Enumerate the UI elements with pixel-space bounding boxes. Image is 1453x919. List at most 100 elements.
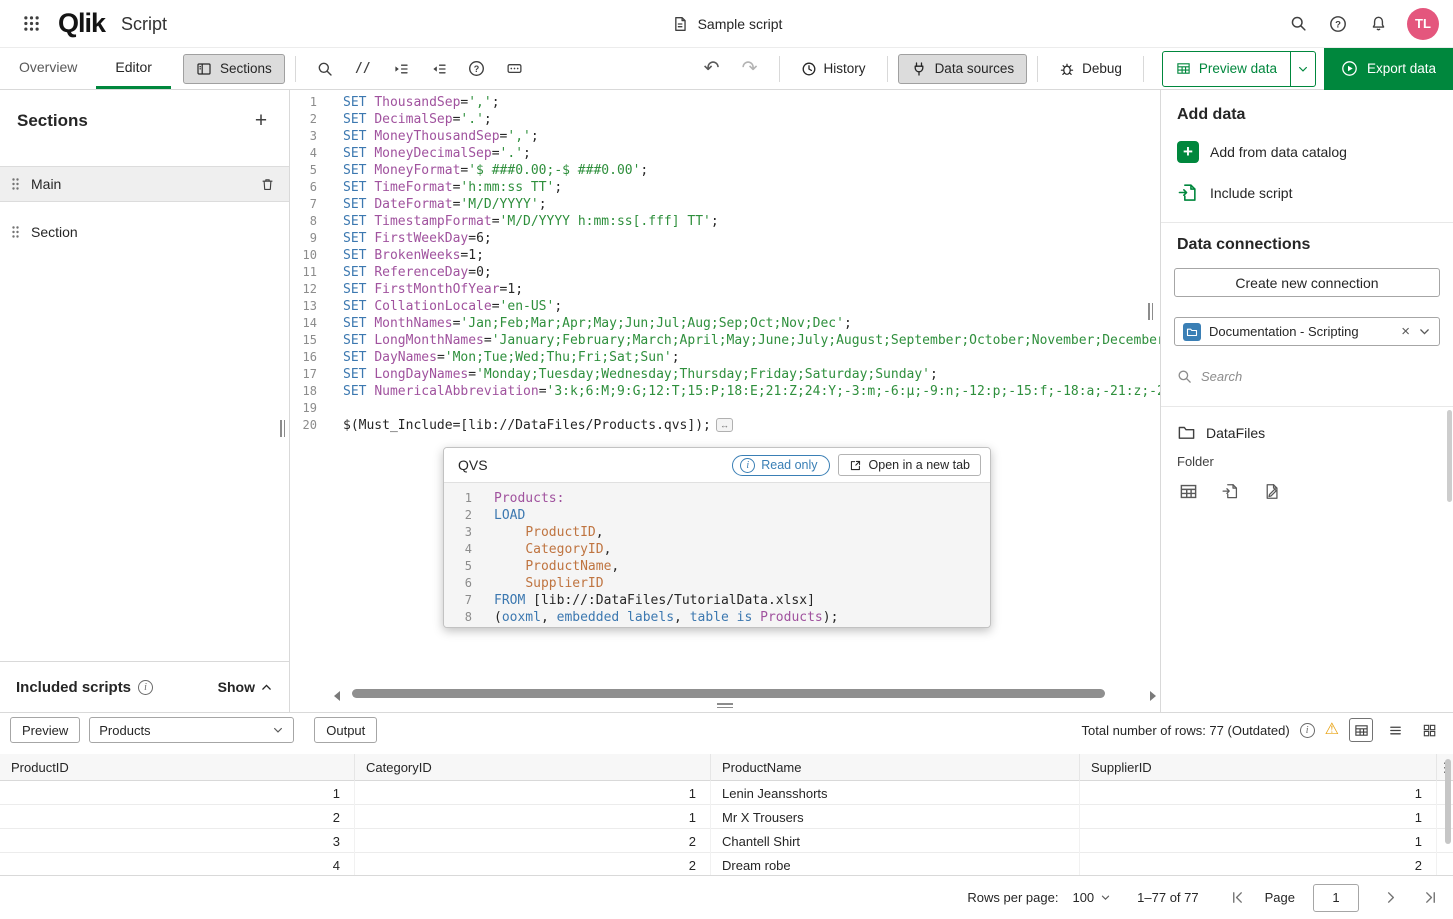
table-row[interactable]: 11Lenin Jeansshorts1 [0,781,1453,805]
code-line[interactable]: 13SET CollationLocale='en-US'; [290,298,1160,315]
edit-connection-button[interactable] [1263,482,1282,501]
connection-select[interactable]: Documentation - Scripting × [1174,317,1440,346]
rows-per-page-select[interactable]: 100 [1072,890,1111,905]
global-search-button[interactable] [1281,7,1315,41]
scrollbar-thumb[interactable] [1445,759,1451,844]
code-line[interactable]: 18SET NumericalAbbreviation='3:k;6:M;9:G… [290,383,1160,400]
last-page-button[interactable] [1417,885,1443,911]
code-line[interactable]: 11SET ReferenceDay=0; [290,264,1160,281]
code-line[interactable]: 15SET LongMonthNames='January;February;M… [290,332,1160,349]
sections-toggle-button[interactable]: Sections [183,54,285,84]
include-script-button[interactable]: Include script [1177,180,1437,206]
code-line[interactable]: 7SET DateFormat='M/D/YYYY'; [290,196,1160,213]
splitter-handle[interactable] [717,703,733,710]
hints-button[interactable] [498,52,532,86]
avatar[interactable]: TL [1407,8,1439,40]
include-script-button[interactable] [1221,482,1240,501]
info-icon[interactable]: i [1300,723,1315,738]
drag-handle-icon[interactable] [11,177,20,191]
code-line[interactable]: 10SET BrokenWeeks=1; [290,247,1160,264]
table-row[interactable]: 21Mr X Trousers1 [0,805,1453,829]
connection-item-datafiles[interactable]: DataFiles [1177,423,1437,442]
drag-handle-icon[interactable] [11,225,20,239]
script-editor[interactable]: 1SET ThousandSep=',';2SET DecimalSep='.'… [290,90,1160,712]
code-line[interactable]: 3SET MoneyThousandSep=','; [290,128,1160,145]
sidebar-item-section[interactable]: Section [0,214,289,250]
code-line[interactable]: 4 CategoryID, [454,541,990,558]
code-line[interactable]: 17SET LongDayNames='Monday;Tuesday;Wedne… [290,366,1160,383]
code-line[interactable]: 2LOAD [454,507,990,524]
show-included-scripts-button[interactable]: Show [218,679,273,695]
next-page-button[interactable] [1377,885,1403,911]
scrollbar-thumb[interactable] [352,689,1105,698]
code-line[interactable]: 12SET FirstMonthOfYear=1; [290,281,1160,298]
document-title-group[interactable]: Sample script [671,15,783,33]
code-line[interactable]: 8SET TimestampFormat='M/D/YYYY h:mm:ss[.… [290,213,1160,230]
chevron-down-icon[interactable] [1418,325,1431,338]
output-button[interactable]: Output [314,717,377,743]
code-line[interactable]: 1Products: [454,490,990,507]
search-input[interactable] [1201,369,1437,384]
code-line[interactable]: 7FROM [lib://:DataFiles/TutorialData.xls… [454,592,990,609]
find-replace-button[interactable] [308,52,342,86]
preview-data-caret-button[interactable] [1290,52,1315,86]
list-view-button[interactable] [1383,718,1407,742]
preview-button[interactable]: Preview [10,717,80,743]
scroll-left-arrow[interactable] [334,691,340,701]
sidebar-item-main[interactable]: Main [0,166,289,202]
open-in-new-tab-button[interactable]: Open in a new tab [838,454,981,476]
table-row[interactable]: 32Chantell Shirt1 [0,829,1453,853]
code-line[interactable]: 8(ooxml, embedded labels, table is Produ… [454,609,990,626]
panel-resize-handle[interactable] [280,420,288,437]
remove-connection-button[interactable]: × [1401,324,1410,339]
code-line[interactable]: 14SET MonthNames='Jan;Feb;Mar;Apr;May;Ju… [290,315,1160,332]
add-section-button[interactable]: + [247,107,275,135]
code-line[interactable]: 3 ProductID, [454,524,990,541]
redo-button[interactable]: ↷ [733,52,767,86]
table-view-button[interactable] [1349,718,1373,742]
panel-resize-handle[interactable] [1148,303,1156,320]
add-from-catalog-button[interactable]: + Add from data catalog [1177,139,1437,165]
column-header[interactable]: SupplierID [1080,754,1437,781]
help-button[interactable]: ? [1321,7,1355,41]
column-header[interactable]: ProductID [0,754,355,781]
debug-button[interactable]: Debug [1048,52,1133,86]
column-header[interactable]: ProductName [711,754,1080,781]
code-line[interactable]: 19 [290,400,1160,417]
outdent-button[interactable] [422,52,456,86]
tab-overview[interactable]: Overview [0,48,96,89]
notifications-button[interactable] [1361,7,1395,41]
app-launcher-button[interactable] [14,7,48,41]
code-line[interactable]: 5SET MoneyFormat='$ ###0.00;-$ ###0.00'; [290,162,1160,179]
delete-section-button[interactable] [260,177,275,192]
preview-data-button[interactable]: Preview data [1163,52,1290,86]
page-number-input[interactable] [1313,884,1359,912]
info-icon[interactable]: i [138,680,153,695]
include-preview-chip[interactable]: ↔ [716,418,733,432]
code-line[interactable]: 9SET FirstWeekDay=6; [290,230,1160,247]
table-row[interactable]: 42Dream robe2 [0,853,1453,875]
undo-button[interactable]: ↶ [695,52,729,86]
table-selector-dropdown[interactable]: Products [89,717,294,743]
scroll-right-arrow[interactable] [1150,691,1156,701]
history-button[interactable]: History [790,52,877,86]
export-data-button[interactable]: Export data [1324,48,1453,90]
syntax-help-button[interactable]: ? [460,52,494,86]
scrollbar-thumb[interactable] [1447,410,1452,502]
column-header[interactable]: CategoryID [355,754,711,781]
code-line[interactable]: 5 ProductName, [454,558,990,575]
first-page-button[interactable] [1225,885,1251,911]
code-line[interactable]: 1SET ThousandSep=','; [290,94,1160,111]
tab-editor[interactable]: Editor [96,48,171,89]
select-data-button[interactable] [1179,482,1198,501]
connection-search[interactable] [1177,362,1437,390]
code-line[interactable]: 6 SupplierID [454,575,990,592]
create-new-connection-button[interactable]: Create new connection [1174,268,1440,297]
code-line[interactable]: 2SET DecimalSep='.'; [290,111,1160,128]
horizontal-scrollbar[interactable] [346,689,1144,698]
comment-button[interactable]: // [346,52,380,86]
warning-icon[interactable]: ⚠ [1325,722,1339,738]
data-sources-toggle-button[interactable]: Data sources [898,54,1028,84]
indent-button[interactable] [384,52,418,86]
code-line[interactable]: 4SET MoneyDecimalSep='.'; [290,145,1160,162]
